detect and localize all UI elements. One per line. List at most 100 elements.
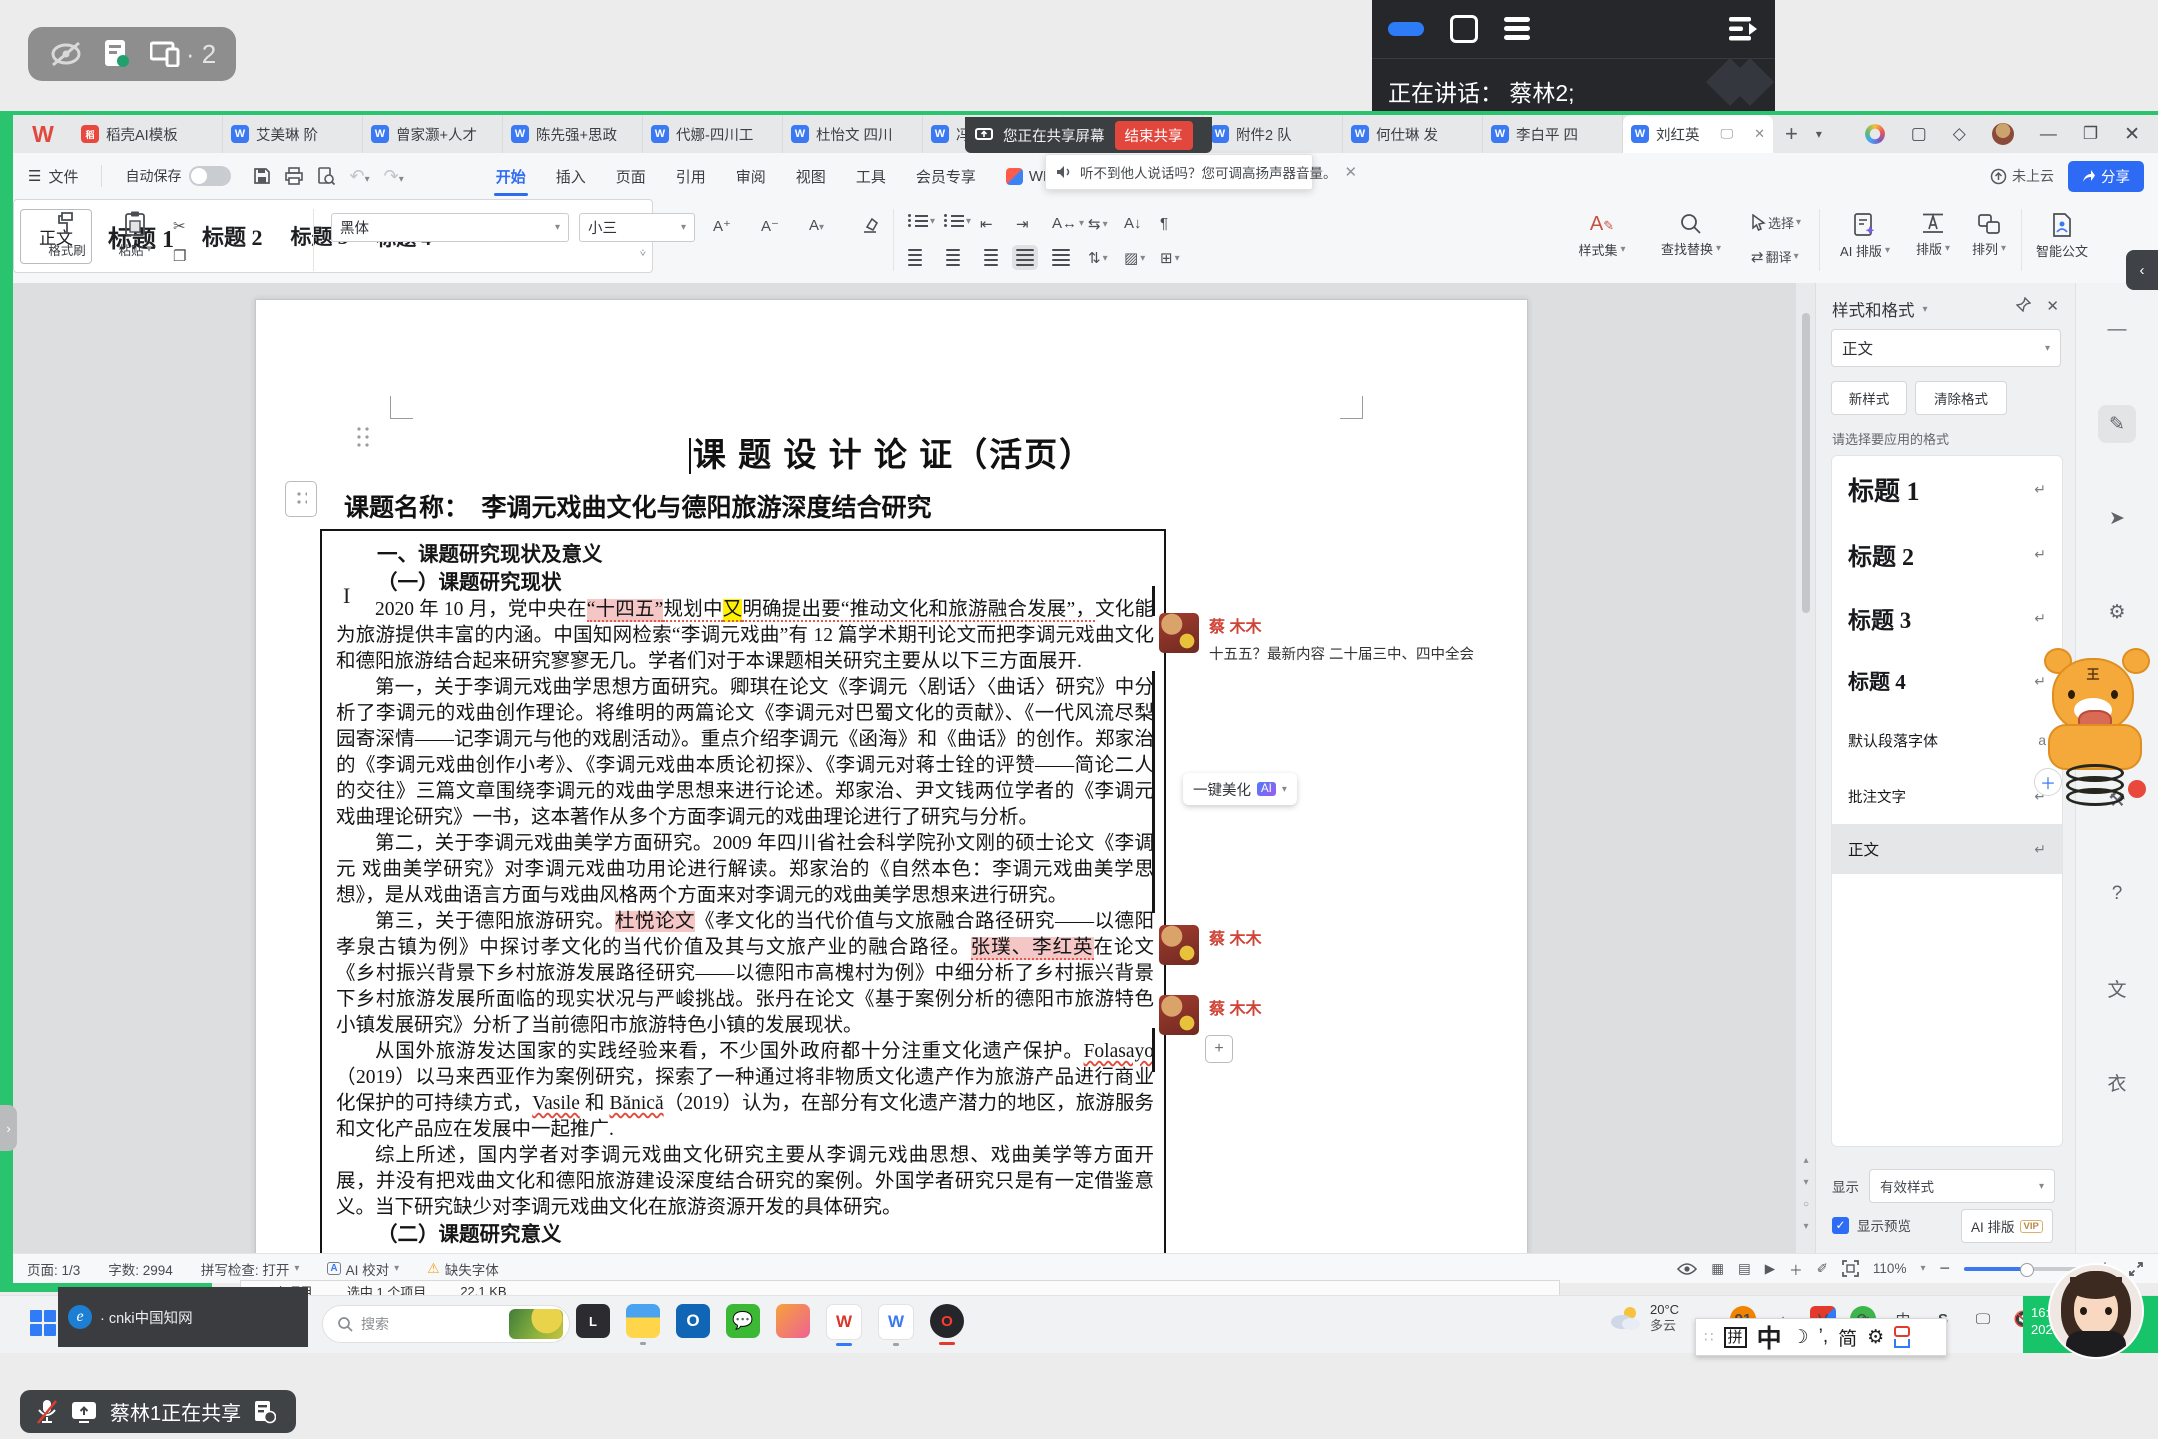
shading-button[interactable]: ▨▾	[1124, 249, 1145, 267]
account-avatar[interactable]	[1992, 123, 2014, 145]
scroll-up-icon[interactable]: ▴	[1796, 1155, 1816, 1166]
play-view-icon[interactable]: ▶	[1765, 1261, 1775, 1277]
distribute-button[interactable]	[1052, 249, 1070, 266]
taskbar-app-opera-red-icon[interactable]: O	[930, 1304, 964, 1338]
zoom-out-button[interactable]: −	[1939, 1258, 1950, 1279]
ime-pinyin[interactable]: 拼	[1724, 1327, 1747, 1348]
style-item-标题 4[interactable]: 标题 4↵	[1832, 650, 2062, 712]
apps-box-icon[interactable]: ◇	[1953, 124, 1966, 144]
member-list-icon[interactable]	[1504, 17, 1530, 41]
comment-thread[interactable]: 蔡 木木	[1159, 925, 1261, 965]
autosave-control[interactable]: 自动保存	[110, 153, 246, 199]
new-tab-button[interactable]: +	[1773, 121, 1810, 147]
collapse-sidebar-tab[interactable]: ‹	[2126, 250, 2158, 290]
doc-scrollbar[interactable]: ▴ ▾ ○ ▾	[1795, 283, 1817, 1253]
autosave-toggle[interactable]	[189, 166, 231, 186]
collapse-panel-icon[interactable]: —	[2098, 311, 2136, 349]
style-item-标题 3[interactable]: 标题 3↵	[1832, 586, 2062, 650]
shared-doc-icon[interactable]	[104, 39, 130, 69]
menu-审阅[interactable]: 审阅	[721, 153, 781, 199]
styles-panel-caret[interactable]: ▾	[1923, 304, 1928, 315]
document-tab[interactable]: W何仕琳 发	[1343, 115, 1483, 153]
fullscreen-icon[interactable]	[2128, 1261, 2144, 1277]
adjust-tool-icon[interactable]: ⚙	[2098, 593, 2136, 631]
decrease-font-icon[interactable]: A⁻	[761, 217, 779, 235]
zoom-slider[interactable]	[1964, 1267, 2082, 1271]
expand-panel-icon[interactable]	[1729, 17, 1759, 41]
copy-icon[interactable]: ❐	[173, 247, 186, 265]
clear-format-button[interactable]: 清除格式	[1915, 381, 2007, 415]
word-count[interactable]: 字数: 2994	[94, 1259, 187, 1279]
menu-视图[interactable]: 视图	[781, 153, 841, 199]
increase-font-icon[interactable]: A⁺	[713, 217, 731, 235]
document-tab[interactable]: 稻稻壳AI模板	[73, 115, 223, 153]
taskbar-app-dark-app-icon[interactable]: L	[576, 1304, 610, 1338]
window-mode-icon[interactable]	[1450, 15, 1478, 43]
zoom-caret[interactable]: ▾	[1920, 1263, 1925, 1274]
char-scale-button[interactable]: A↔▾	[1052, 215, 1084, 232]
file-menu[interactable]: ☰ 文件	[13, 153, 93, 199]
ime-drag-handle[interactable]: ∷	[1704, 1328, 1714, 1346]
new-style-button[interactable]: 新样式	[1831, 381, 1907, 415]
current-style-combo[interactable]: 正文▾	[1831, 329, 2061, 367]
document-tab[interactable]: W曾家灏+人才	[363, 115, 503, 153]
ime-halfwidth-toggle[interactable]: ☽	[1792, 1326, 1809, 1349]
ai-layout-sidebar-button[interactable]: AI 排版 VIP	[1961, 1209, 2053, 1243]
text-direction-button[interactable]: ⇆▾	[1088, 215, 1108, 233]
gallery-style-标题 2[interactable]: 标题 2	[190, 220, 275, 252]
decrease-indent-button[interactable]: ⇤	[980, 215, 993, 233]
close-button[interactable]: ✕	[2124, 123, 2140, 146]
cloud-status[interactable]: 未上云	[1990, 166, 2054, 186]
table-drag-handle[interactable]	[285, 481, 317, 517]
document-tab[interactable]: W李白平 四	[1483, 115, 1623, 153]
page-view-icon[interactable]: ▦	[1711, 1261, 1724, 1277]
outline-view-icon[interactable]: ▤	[1738, 1261, 1751, 1277]
pin-icon[interactable]	[2016, 297, 2031, 312]
document-tab[interactable]: W杜怡文 四川	[783, 115, 923, 153]
paragraph-drag-handle[interactable]	[355, 425, 371, 449]
document-area[interactable]: 课 题 设 计 论 证（活页） 课题名称： 李调元戏曲文化与德阳旅游深度结合研究…	[13, 283, 1795, 1253]
sharing-indicator-pill[interactable]: 蔡林1正在共享	[20, 1390, 296, 1433]
close-panel-icon[interactable]: ✕	[2046, 297, 2059, 315]
menu-页面[interactable]: 页面	[601, 153, 661, 199]
ime-extra-icons[interactable]	[1894, 1326, 1910, 1348]
layout-button[interactable]: 排版▾	[1905, 213, 1961, 258]
menu-工具[interactable]: 工具	[841, 153, 901, 199]
find-replace-button[interactable]: 查找替换▾	[1643, 213, 1739, 258]
line-spacing-button[interactable]: ⇅▾	[1088, 249, 1108, 267]
ime-settings[interactable]: ⚙	[1867, 1326, 1884, 1349]
font-name-combo[interactable]: 黑体▾	[331, 213, 569, 242]
preview-button[interactable]	[310, 167, 342, 185]
show-styles-combo[interactable]: 有效样式▾	[1869, 1169, 2055, 1203]
increase-indent-button[interactable]: ⇥	[1016, 215, 1029, 233]
font-size-combo[interactable]: 小三▾	[579, 213, 695, 242]
scrollbar-thumb[interactable]	[1802, 313, 1810, 613]
document-tab[interactable]: W艾美琳 阶	[223, 115, 363, 153]
print-button[interactable]	[278, 167, 310, 185]
redo-button[interactable]: ↷▾	[377, 166, 411, 187]
devices-icon[interactable]: 🖵	[1970, 1306, 1996, 1332]
menu-会员专享[interactable]: 会员专享	[901, 153, 991, 199]
text-effects-icon[interactable]: A▾	[809, 217, 824, 234]
add-comment-button[interactable]: +	[1205, 1035, 1233, 1063]
align-center-button[interactable]	[944, 249, 962, 266]
clear-format-icon[interactable]	[861, 217, 879, 234]
cnki-window-button[interactable]: e · cnki中国知网	[58, 1287, 308, 1347]
save-button[interactable]	[246, 167, 278, 185]
justify-button[interactable]	[1016, 249, 1034, 266]
zoom-level[interactable]: 110%	[1873, 1261, 1907, 1276]
share-doc-button[interactable]: 分享	[2068, 161, 2144, 192]
translate-button[interactable]: ⇄ 翻译▾	[1751, 247, 1799, 266]
doc-text[interactable]: 一、课题研究现状及意义（一）课题研究现状2020 年 10 月，党中央在“十四五…	[336, 541, 1154, 1249]
mascot-add-icon[interactable]: ＋	[2034, 768, 2062, 796]
edit-tool-icon[interactable]: ✎	[2098, 405, 2136, 443]
left-panel-toggle[interactable]: ›	[0, 1105, 17, 1151]
style-item-批注文字[interactable]: 批注文字↵	[1832, 768, 2062, 824]
taskbar-search[interactable]: 搜索	[322, 1305, 570, 1343]
doc-subject[interactable]: 课题名称： 李调元戏曲文化与德阳旅游深度结合研究	[344, 488, 932, 524]
style-item-标题 1[interactable]: 标题 1↵	[1832, 456, 2062, 522]
menu-插入[interactable]: 插入	[541, 153, 601, 199]
one-click-beautify-button[interactable]: 一键美化 AI ▾	[1183, 773, 1297, 805]
ime-simplified-toggle[interactable]: 简	[1838, 1324, 1857, 1351]
borders-button[interactable]: ⊞▾	[1160, 249, 1180, 267]
